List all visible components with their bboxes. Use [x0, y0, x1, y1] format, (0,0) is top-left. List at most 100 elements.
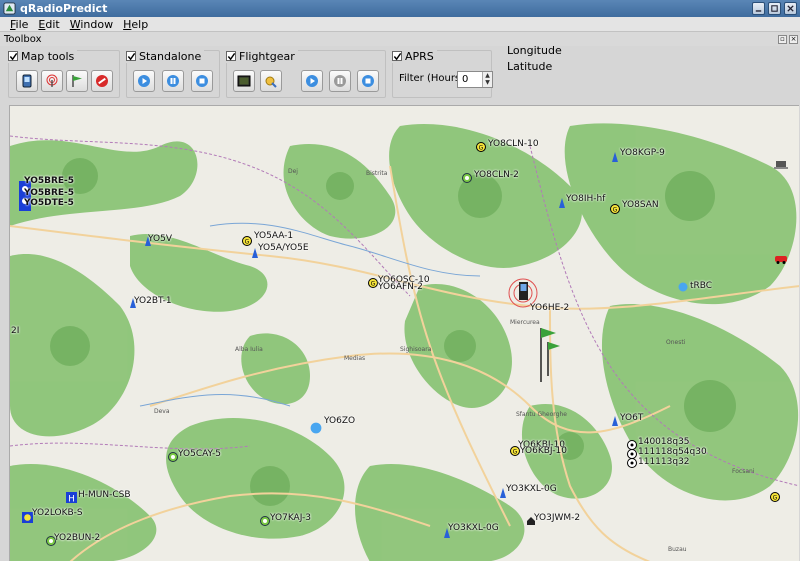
town-label: Miercurea — [510, 319, 540, 326]
flag-button[interactable] — [66, 70, 88, 92]
aprs-checkbox[interactable]: APRS — [392, 49, 437, 63]
station-label: YO6AFN-2 — [378, 282, 423, 292]
pause-icon — [334, 75, 346, 87]
station-label: YO5BRE-5 — [24, 188, 75, 198]
aprs-digi-symbol-icon[interactable]: G — [610, 204, 620, 214]
flightgear-settings-button[interactable] — [260, 70, 282, 92]
station-label: YO6HE-2 — [530, 303, 570, 313]
aprs-star-symbol-icon[interactable] — [168, 452, 178, 462]
aprs-wx-symbol-icon[interactable] — [678, 282, 688, 292]
map-view[interactable]: Dej Bistrita Sighisoara Medias Alba Iuli… — [9, 105, 799, 561]
antenna-icon — [46, 74, 58, 87]
close-button[interactable] — [784, 2, 797, 15]
standalone-pause-button[interactable] — [162, 70, 184, 92]
town-label: Alba Iulia — [235, 346, 263, 353]
toolbox-panel: Map tools Standalone Flightgear APRS Fil… — [0, 44, 800, 101]
aprs-antenna-symbol-icon[interactable] — [610, 416, 620, 426]
toolbox-dock-title: Toolbox ▫ × — [0, 32, 800, 46]
aprs-star-symbol-icon[interactable] — [260, 516, 270, 526]
svg-text:G: G — [371, 281, 376, 288]
standalone-start-button[interactable] — [133, 70, 155, 92]
aprs-digi-symbol-icon[interactable]: G — [242, 236, 252, 246]
filter-hours-label: Filter (Hours) — [399, 73, 465, 84]
station-label: tRBC — [690, 281, 713, 291]
longitude-label: Longitude — [507, 44, 562, 57]
town-label: Sighisoara — [400, 346, 432, 353]
dock-float-button[interactable]: ▫ — [778, 34, 787, 44]
aprs-target-symbols-icon[interactable] — [626, 440, 638, 468]
flightgear-checkbox[interactable]: Flightgear — [226, 49, 298, 63]
close-icon — [787, 5, 794, 12]
menu-bar: File Edit Window Help — [0, 17, 800, 32]
checkmark-icon — [127, 52, 136, 61]
town-label: Sfantu Gheorghe — [516, 411, 567, 418]
map-tools-group: Map tools — [8, 49, 120, 98]
aprs-star-symbol-icon[interactable] — [462, 173, 472, 183]
aprs-digi-symbol-icon[interactable]: G — [770, 492, 780, 502]
station-label: YO8SAN — [622, 200, 659, 210]
play-icon — [138, 75, 150, 87]
menu-window[interactable]: Window — [65, 18, 118, 31]
settings-icon — [265, 76, 277, 88]
aprs-car-symbol-icon[interactable] — [774, 254, 788, 264]
station-label: YO6KBJ-10 — [520, 446, 567, 456]
svg-text:G: G — [513, 449, 518, 456]
svg-text:G: G — [613, 207, 618, 214]
minimize-button[interactable] — [752, 2, 765, 15]
checkmark-icon — [227, 52, 236, 61]
menu-file[interactable]: File — [5, 18, 33, 31]
maximize-button[interactable] — [768, 2, 781, 15]
gps-device-button[interactable] — [16, 70, 38, 92]
station-label: YO6T — [620, 413, 644, 423]
flightgear-start-button[interactable] — [301, 70, 323, 92]
gps-device-icon — [22, 74, 32, 88]
spin-arrows-icon[interactable]: ▲ ▼ — [482, 72, 492, 87]
aprs-computer-symbol-icon[interactable] — [774, 160, 788, 170]
station-label: YO3JWM-2 — [534, 513, 581, 523]
station-label: YO5V — [148, 234, 172, 244]
aprs-hospital-symbol-icon[interactable]: H — [66, 492, 77, 503]
waypoint-flags-icon[interactable] — [538, 326, 560, 382]
station-label: YO8KGP-9 — [620, 148, 665, 158]
flightgear-stop-button[interactable] — [357, 70, 379, 92]
svg-text:G: G — [245, 239, 250, 246]
menu-help[interactable]: Help — [118, 18, 153, 31]
latitude-label: Latitude — [507, 60, 553, 73]
aprs-label: APRS — [405, 49, 434, 63]
dock-close-button[interactable]: × — [789, 34, 798, 44]
map-tools-checkbox[interactable]: Map tools — [8, 49, 78, 63]
station-label: YO3KXL-0G — [448, 523, 499, 533]
town-label: Deva — [154, 408, 170, 415]
checkmark-icon — [9, 52, 18, 61]
stop-icon — [362, 75, 374, 87]
station-label: YO5BRE-5 — [24, 176, 75, 186]
station-label: YO8CLN-10 — [488, 139, 539, 149]
svg-text:G: G — [773, 495, 778, 502]
menu-edit[interactable]: Edit — [33, 18, 64, 31]
town-label: Bistrita — [366, 170, 388, 177]
standalone-stop-button[interactable] — [191, 70, 213, 92]
aprs-digi-symbol-icon[interactable]: G — [476, 142, 486, 152]
checkmark-icon — [393, 52, 402, 61]
standalone-group: Standalone — [126, 49, 220, 98]
station-label: YO7KAJ-3 — [270, 513, 312, 523]
station-label: YO2BUN-2 — [54, 533, 101, 543]
aprs-digi-symbol-icon[interactable]: G — [368, 278, 378, 288]
maximize-icon — [771, 5, 778, 12]
standalone-checkbox[interactable]: Standalone — [126, 49, 205, 63]
clear-button[interactable] — [91, 70, 113, 92]
town-label: Focsani — [732, 468, 755, 475]
antenna-button[interactable] — [41, 70, 63, 92]
flightgear-terminal-button[interactable] — [233, 70, 255, 92]
station-label: H-MUN-CSB — [78, 490, 131, 500]
aprs-antenna-symbol-icon[interactable] — [610, 152, 620, 162]
minimize-icon — [755, 10, 762, 12]
flightgear-group: Flightgear — [226, 49, 386, 98]
svg-text:G: G — [479, 145, 484, 152]
flightgear-pause-button[interactable] — [329, 70, 351, 92]
filter-hours-spinbox[interactable]: 0 ▲ ▼ — [457, 71, 493, 88]
town-label: Dej — [288, 168, 298, 175]
aprs-wx-symbol-icon[interactable] — [310, 422, 322, 434]
no-entry-icon — [96, 75, 108, 87]
station-label: 2I — [11, 326, 20, 336]
